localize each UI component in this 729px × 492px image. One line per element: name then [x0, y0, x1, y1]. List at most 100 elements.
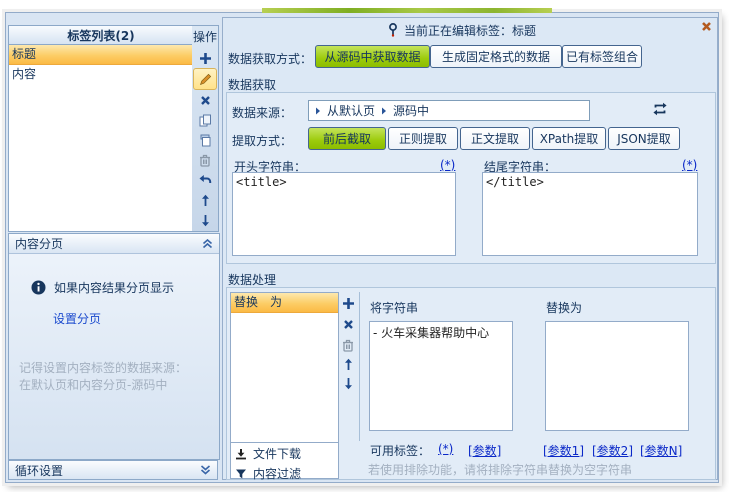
arrow-down-icon	[201, 214, 210, 227]
copy-tag-button[interactable]	[194, 110, 216, 130]
start-string-wildcard-link[interactable]: (*)	[440, 158, 455, 172]
tag-list-item[interactable]: 内容	[9, 65, 193, 84]
content-filter-row[interactable]: 内容过滤	[231, 464, 338, 483]
extract-tab-body-text[interactable]: 正文提取	[460, 127, 530, 150]
delete-tag-button[interactable]	[194, 90, 216, 110]
source-step-source-code: 源码中	[393, 102, 429, 119]
tag-link-wildcard[interactable]: (*)	[438, 442, 453, 456]
file-download-label: 文件下载	[253, 445, 301, 462]
refresh-button[interactable]	[652, 102, 668, 116]
process-group-title: 数据处理	[228, 271, 276, 288]
process-vertical-divider	[359, 292, 360, 441]
extract-tab-before-after[interactable]: 前后截取	[308, 127, 386, 150]
fetch-group-title: 数据获取	[228, 76, 276, 93]
add-rule-button[interactable]	[342, 297, 355, 310]
collapse-up-icon[interactable]	[202, 239, 213, 249]
extract-tab-xpath[interactable]: XPath提取	[532, 127, 606, 150]
end-string-input[interactable]: </title>	[482, 172, 698, 256]
pin-icon	[388, 23, 398, 37]
tag-list-header: 标签列表(2)	[9, 26, 193, 45]
ops-title: 操作	[193, 28, 217, 45]
from-string-input[interactable]: - 火车采集器帮助中心	[369, 321, 513, 431]
rule-down-button[interactable]	[344, 377, 353, 390]
arrow-up-icon	[201, 194, 210, 207]
process-extra-box: 文件下载 内容过滤	[230, 442, 339, 479]
arrow-down-icon	[344, 377, 353, 390]
undo-icon	[198, 174, 212, 186]
rule-up-button[interactable]	[344, 358, 353, 371]
content-paging-panel: 内容分页 如果内容结果分页显示 设置分页 记得设置内容标签的数据来源： 在默认页…	[8, 233, 220, 460]
pencil-icon	[199, 73, 212, 86]
process-rule-item-selected[interactable]: 替换 为	[231, 293, 338, 313]
refresh-icon	[652, 102, 668, 116]
extract-label: 提取方式：	[232, 132, 292, 149]
clear-tags-button[interactable]	[194, 150, 216, 170]
paste-tag-button[interactable]	[194, 130, 216, 150]
collapse-down-icon[interactable]	[200, 465, 211, 475]
arrow-up-icon	[344, 358, 353, 371]
move-down-button[interactable]	[194, 210, 216, 230]
content-paging-header[interactable]: 内容分页	[9, 234, 219, 254]
tag-list-panel: 标签列表(2) 标题 内容	[8, 25, 194, 232]
exclude-hint: 若使用排除功能，请将排除字符串替换为空字符串	[368, 461, 632, 478]
set-paging-link[interactable]: 设置分页	[53, 310, 101, 327]
copy-icon	[199, 114, 212, 127]
close-button[interactable]	[701, 21, 712, 32]
torn-edge-artifact	[262, 8, 552, 13]
breadcrumb-arrow-icon	[381, 107, 387, 115]
from-string-label: 将字符串	[370, 299, 418, 316]
loop-settings-bar[interactable]: 循环设置	[8, 460, 218, 480]
plus-icon	[199, 52, 212, 65]
plus-icon	[342, 297, 355, 310]
paging-info-text: 如果内容结果分页显示	[54, 279, 174, 296]
breadcrumb-arrow-icon	[315, 107, 321, 115]
tag-list-item-selected[interactable]: 标题	[9, 45, 193, 65]
paging-note-line1: 记得设置内容标签的数据来源：	[19, 360, 187, 377]
tag-list-title: 标签列表(2)	[67, 27, 134, 44]
extract-tab-json[interactable]: JSON提取	[608, 127, 680, 150]
method-tab-fixed-format[interactable]: 生成固定格式的数据	[430, 45, 562, 68]
undo-button[interactable]	[194, 170, 216, 190]
source-label: 数据来源：	[232, 104, 292, 121]
available-tags-label: 可用标签：	[370, 442, 430, 459]
filter-icon	[235, 468, 247, 480]
x-icon	[200, 95, 211, 106]
source-combo[interactable]: 从默认页 源码中	[308, 100, 590, 121]
screenshot-root: 标签列表(2) 标题 内容 操作	[0, 0, 729, 492]
editor-header-text: 当前正在编辑标签：标题	[404, 22, 536, 39]
end-string-wildcard-link[interactable]: (*)	[682, 158, 697, 172]
editor-header: 当前正在编辑标签：标题	[222, 20, 702, 40]
start-string-input[interactable]: <title>	[232, 172, 456, 256]
info-icon	[31, 280, 46, 295]
tag-link-param2[interactable]: [参数2]	[592, 442, 633, 459]
download-icon	[235, 448, 247, 460]
tag-link-param[interactable]: [参数]	[468, 442, 501, 459]
tag-link-paramN[interactable]: [参数N]	[640, 442, 682, 459]
content-filter-label: 内容过滤	[253, 465, 301, 482]
edit-tag-button[interactable]	[193, 68, 217, 90]
remove-rule-button[interactable]	[343, 319, 354, 330]
to-string-label: 替换为	[546, 299, 582, 316]
extract-tab-regex[interactable]: 正则提取	[388, 127, 458, 150]
method-tab-from-source[interactable]: 从源码中获取数据	[315, 45, 430, 68]
paging-note-line2: 在默认页和内容分页-源码中	[19, 377, 187, 394]
to-string-input[interactable]	[545, 321, 689, 431]
content-paging-title: 内容分页	[15, 235, 63, 252]
close-icon	[701, 21, 712, 32]
paging-info-row: 如果内容结果分页显示	[31, 279, 174, 296]
loop-settings-title: 循环设置	[15, 462, 63, 479]
trash-icon	[199, 154, 211, 167]
add-tag-button[interactable]	[194, 48, 216, 68]
paging-note: 记得设置内容标签的数据来源： 在默认页和内容分页-源码中	[19, 360, 187, 394]
paste-icon	[199, 134, 212, 147]
move-up-button[interactable]	[194, 190, 216, 210]
trash-icon	[342, 339, 354, 352]
tag-ops-toolbar: 操作	[192, 25, 219, 232]
x-icon	[343, 319, 354, 330]
clear-rules-button[interactable]	[342, 339, 354, 352]
source-step-default-page: 从默认页	[327, 102, 375, 119]
method-label: 数据获取方式：	[228, 50, 312, 67]
tag-link-param1[interactable]: [参数1]	[543, 442, 584, 459]
file-download-row[interactable]: 文件下载	[231, 443, 338, 464]
method-tab-tag-combine[interactable]: 已有标签组合	[562, 45, 642, 68]
